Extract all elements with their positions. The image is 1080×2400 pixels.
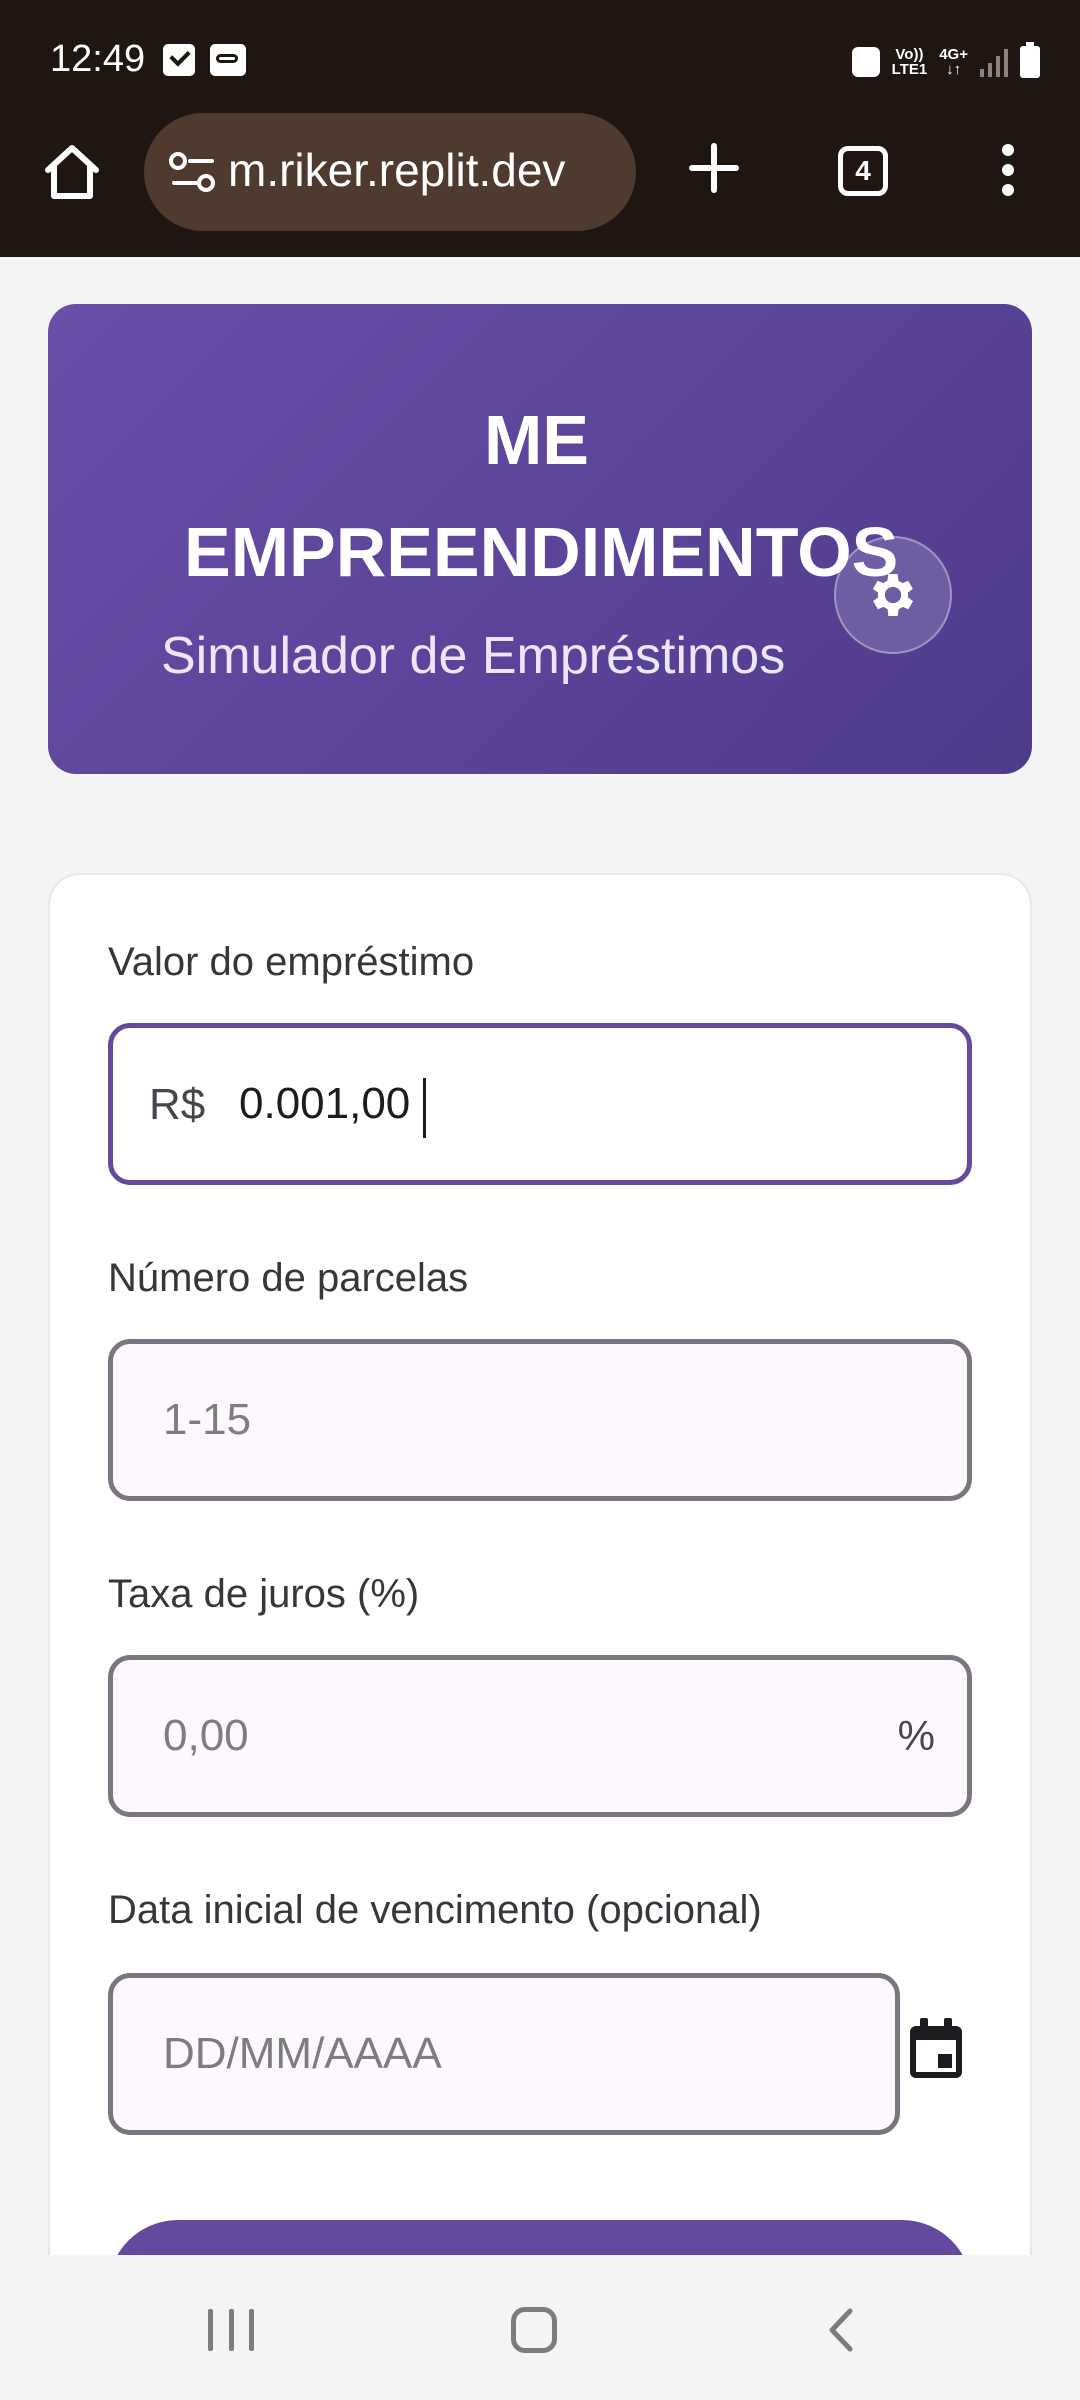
system-navigation-bar bbox=[0, 2255, 1080, 2400]
status-time: 12:49 bbox=[50, 38, 146, 80]
status-bar: 12:49 Vo)) LTE1 4G+ ↓↑ bbox=[0, 0, 1080, 120]
url-text[interactable]: m.riker.replit.dev bbox=[228, 143, 565, 197]
brand-line-1: ME bbox=[484, 401, 589, 479]
app-subtitle: Simulador de Empréstimos bbox=[161, 627, 786, 685]
installments-label: Número de parcelas bbox=[108, 1256, 469, 1300]
network-type-indicator: 4G+ ↓↑ bbox=[939, 47, 968, 77]
due-date-field[interactable] bbox=[108, 1973, 900, 2135]
tab-switcher-button[interactable]: 4 bbox=[838, 146, 888, 196]
back-icon[interactable] bbox=[826, 2307, 856, 2353]
simulate-button[interactable] bbox=[108, 2220, 972, 2255]
status-indicators: Vo)) LTE1 4G+ ↓↑ bbox=[851, 42, 1040, 82]
more-vert-icon[interactable] bbox=[998, 144, 1018, 200]
site-settings-icon[interactable] bbox=[168, 149, 218, 195]
installments-field[interactable] bbox=[108, 1339, 972, 1501]
volte-indicator: Vo)) LTE1 bbox=[892, 47, 928, 77]
percent-suffix: % bbox=[897, 1712, 935, 1759]
volte-bottom: LTE1 bbox=[891, 61, 928, 78]
loan-amount-label: Valor do empréstimo bbox=[108, 940, 475, 984]
calendar-icon[interactable] bbox=[906, 2016, 966, 2082]
text-cursor bbox=[423, 1078, 426, 1138]
web-content: ME EMPREENDIMENTOS Simulador de Emprésti… bbox=[0, 257, 1080, 2255]
network-type-top: 4G+ bbox=[939, 46, 968, 63]
gear-icon bbox=[872, 574, 914, 616]
settings-button[interactable] bbox=[834, 536, 952, 654]
installments-input[interactable] bbox=[113, 1344, 967, 1496]
interest-rate-field[interactable]: % bbox=[108, 1655, 972, 1817]
voicemail-notification-icon bbox=[210, 44, 246, 76]
network-type-bottom: ↓↑ bbox=[946, 61, 962, 78]
due-date-input[interactable] bbox=[113, 1978, 895, 2130]
loan-amount-field[interactable]: R$ bbox=[108, 1023, 972, 1185]
new-tab-plus-icon[interactable] bbox=[686, 140, 742, 196]
data-saver-icon bbox=[851, 47, 880, 77]
interest-rate-label: Taxa de juros (%) bbox=[108, 1572, 420, 1616]
browser-chrome: 12:49 Vo)) LTE1 4G+ ↓↑ m.riker.replit.de… bbox=[0, 0, 1080, 257]
app-header-banner: ME EMPREENDIMENTOS Simulador de Emprésti… bbox=[48, 304, 1032, 774]
due-date-label: Data inicial de vencimento (opcional) bbox=[108, 1888, 762, 1932]
interest-rate-input[interactable] bbox=[113, 1660, 967, 1812]
recents-icon[interactable] bbox=[208, 2309, 254, 2351]
home-nav-icon[interactable] bbox=[511, 2307, 557, 2353]
volte-top: Vo)) bbox=[895, 46, 924, 63]
battery-icon bbox=[1020, 42, 1040, 78]
checkbox-notification-icon bbox=[163, 44, 195, 76]
loan-amount-input[interactable] bbox=[113, 1028, 967, 1180]
address-bar[interactable]: m.riker.replit.dev bbox=[144, 113, 636, 231]
home-icon[interactable] bbox=[40, 140, 104, 204]
signal-icon bbox=[980, 47, 1008, 77]
